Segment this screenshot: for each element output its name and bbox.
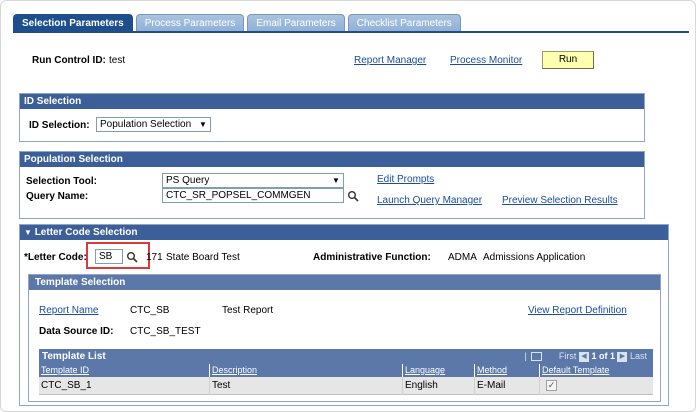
next-arrow-icon[interactable]: ▶	[617, 351, 628, 362]
launch-query-manager-link[interactable]: Launch Query Manager	[377, 195, 482, 206]
column-template-id[interactable]: Template ID	[39, 364, 210, 377]
cell-method: E-Mail	[475, 377, 540, 395]
template-selection-header: Template Selection	[29, 275, 660, 290]
tab-checklist-parameters[interactable]: Checklist Parameters	[347, 14, 461, 32]
tab-process-parameters[interactable]: Process Parameters	[135, 14, 245, 32]
run-control-label: Run Control ID:	[32, 55, 106, 66]
column-language[interactable]: Language	[403, 364, 475, 377]
population-selection-header: Population Selection	[20, 152, 644, 167]
run-button[interactable]: Run	[542, 51, 594, 69]
template-list-column-headers: Template ID Description Language Method …	[39, 364, 653, 377]
cell-template-id: CTC_SB_1	[39, 377, 210, 395]
data-source-label: Data Source ID:	[39, 326, 114, 337]
template-list-header: Template List | First ◀ 1 of 1 ▶ Last	[39, 349, 653, 364]
letter-code-number: 171	[146, 252, 163, 263]
chevron-down-icon: ▼	[199, 120, 207, 129]
letter-code-title: Letter Code Selection	[34, 227, 138, 238]
tab-email-parameters[interactable]: Email Parameters	[247, 14, 345, 32]
chevron-down-icon: ▼	[332, 176, 340, 185]
tab-underline	[13, 31, 689, 33]
row-range: 1 of 1	[591, 351, 615, 361]
grid-divider: |	[524, 351, 527, 361]
default-template-checkbox[interactable]: ✓	[546, 380, 557, 391]
app-frame: Selection Parameters Process Parameters …	[0, 0, 696, 412]
admin-function-label: Administrative Function:	[313, 252, 431, 263]
selection-tool-label: Selection Tool:	[26, 176, 97, 187]
report-name-link[interactable]: Report Name	[39, 305, 98, 316]
last-link[interactable]: Last	[630, 351, 647, 361]
admin-function-description: Admissions Application	[483, 252, 586, 263]
id-selection-header: ID Selection	[20, 94, 644, 109]
previous-arrow-icon[interactable]: ◀	[578, 351, 589, 362]
template-list-title: Template List	[42, 351, 106, 362]
data-source-value: CTC_SB_TEST	[130, 326, 201, 337]
query-name-label: Query Name:	[26, 191, 89, 202]
grid-navigation: | First ◀ 1 of 1 ▶ Last	[525, 349, 647, 364]
report-manager-link[interactable]: Report Manager	[354, 55, 426, 66]
run-control-value: test	[109, 55, 126, 66]
edit-prompts-link[interactable]: Edit Prompts	[377, 174, 434, 185]
id-selection-label: ID Selection:	[29, 120, 90, 131]
lookup-icon[interactable]	[347, 190, 359, 202]
letter-code-description: State Board Test	[166, 252, 240, 263]
column-description[interactable]: Description	[210, 364, 403, 377]
letter-code-label: *Letter Code:	[24, 252, 87, 263]
cell-description: Test	[210, 377, 403, 395]
selection-tool-value: PS Query	[166, 175, 210, 186]
collapse-triangle-icon: ▼	[24, 228, 32, 237]
cell-language: English	[403, 377, 475, 395]
report-name-value: CTC_SB	[130, 305, 170, 316]
letter-code-header[interactable]: ▼ Letter Code Selection	[20, 225, 668, 240]
query-name-input[interactable]: CTC_SR_POPSEL_COMMGEN	[162, 188, 344, 203]
id-selection-value: Population Selection	[100, 119, 192, 130]
process-monitor-link[interactable]: Process Monitor	[450, 55, 522, 66]
tab-bar: Selection Parameters Process Parameters …	[13, 14, 464, 32]
highlight-annotation	[86, 242, 150, 269]
view-report-definition-link[interactable]: View Report Definition	[528, 305, 627, 316]
selection-tool-dropdown[interactable]: PS Query ▼	[162, 173, 344, 188]
view-all-icon[interactable]	[531, 352, 543, 362]
column-default-template[interactable]: Default Template	[540, 364, 653, 377]
admin-function-code: ADMA	[448, 252, 477, 263]
first-link[interactable]: First	[559, 351, 577, 361]
tab-selection-parameters[interactable]: Selection Parameters	[13, 14, 133, 32]
cell-default-template: ✓	[540, 377, 653, 395]
table-row: CTC_SB_1 Test English E-Mail ✓	[39, 377, 653, 395]
column-method[interactable]: Method	[475, 364, 540, 377]
preview-selection-results-link[interactable]: Preview Selection Results	[502, 195, 618, 206]
id-selection-dropdown[interactable]: Population Selection ▼	[96, 117, 211, 132]
report-name-description: Test Report	[222, 305, 274, 316]
